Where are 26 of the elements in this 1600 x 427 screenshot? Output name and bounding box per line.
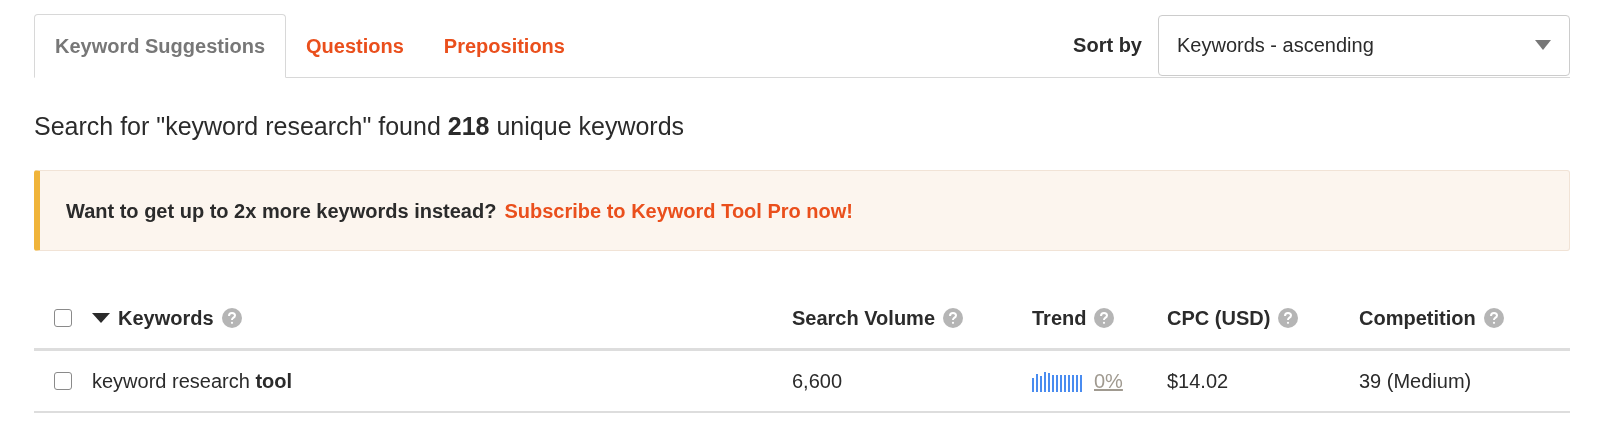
sort-dropdown[interactable]: Keywords - ascending bbox=[1158, 14, 1570, 76]
tab[interactable]: Prepositions bbox=[423, 14, 585, 78]
tab[interactable]: Keyword Suggestions bbox=[34, 14, 287, 78]
column-header[interactable]: Search Volume bbox=[792, 302, 936, 333]
sort-caret-icon[interactable] bbox=[92, 312, 110, 323]
banner-text: Want to get up to 2x more keywords instead? bbox=[66, 198, 497, 224]
results-summary: Search for "keyword research" found 218 unique keywords bbox=[34, 111, 686, 142]
column-header[interactable]: Competition bbox=[1359, 302, 1476, 333]
cpc-cell-text: $14.02 bbox=[1167, 369, 1230, 394]
competition-cell-text: 39 (Medium) bbox=[1359, 369, 1473, 394]
trend-sparkline bbox=[1032, 370, 1084, 392]
tab[interactable]: Questions bbox=[286, 14, 424, 78]
help-icon[interactable] bbox=[1278, 307, 1299, 328]
sort-label: Sort by bbox=[1073, 33, 1142, 58]
keyword-cell-text: keyword research tool bbox=[92, 369, 294, 394]
checkbox[interactable] bbox=[54, 308, 72, 327]
volume-cell-text: 6,600 bbox=[792, 369, 844, 394]
help-icon[interactable] bbox=[221, 307, 242, 328]
column-header[interactable]: Keywords bbox=[118, 302, 214, 333]
help-icon[interactable] bbox=[1094, 307, 1115, 328]
column-header[interactable]: CPC (USD) bbox=[1167, 302, 1271, 333]
help-icon[interactable] bbox=[1483, 307, 1504, 328]
checkbox[interactable] bbox=[54, 372, 72, 390]
caret-icon bbox=[1535, 40, 1551, 50]
help-icon[interactable] bbox=[943, 307, 964, 328]
column-header[interactable]: Trend bbox=[1032, 302, 1087, 333]
